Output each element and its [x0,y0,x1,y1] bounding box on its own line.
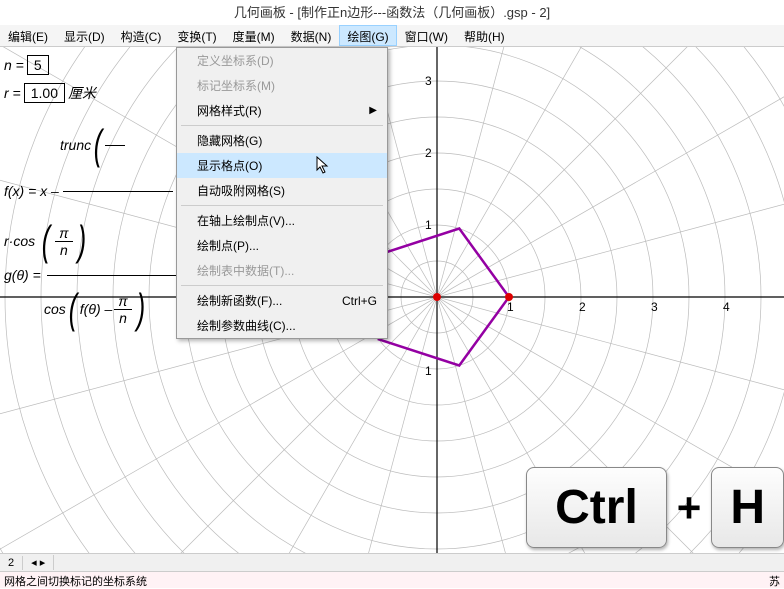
menu-plot[interactable]: 绘图(G) [339,25,396,46]
dd-hide-grid[interactable]: 隐藏网格(G) [177,128,387,153]
h-key-icon: H [711,467,784,548]
dd-separator [181,285,383,286]
menu-window[interactable]: 窗口(W) [397,25,456,46]
svg-text:1: 1 [425,218,432,232]
menu-data[interactable]: 数据(N) [283,25,340,46]
plus-icon: + [677,484,702,532]
svg-text:3: 3 [425,74,432,88]
trunc-label: trunc [60,137,91,153]
svg-text:2: 2 [425,146,432,160]
n-label: n = [4,57,24,73]
submenu-arrow-icon: ▶ [369,105,377,116]
status-right: 苏 [769,573,780,587]
menu-help[interactable]: 帮助(H) [456,25,513,46]
tab-2[interactable]: 2 [0,556,23,570]
menu-edit[interactable]: 编辑(E) [0,25,56,46]
dd-plot-point[interactable]: 绘制点(P)... [177,233,387,258]
dd-plot-parametric[interactable]: 绘制参数曲线(C)... [177,313,387,338]
dd-grid-style[interactable]: 网格样式(R)▶ [177,98,387,123]
g-label: g(θ) = [4,267,41,283]
menu-measure[interactable]: 度量(M) [225,25,283,46]
svg-text:3: 3 [651,300,658,314]
status-text: 网格之间切换标记的坐标系统 [4,573,147,587]
tab-strip: 2 ◂ ▸ [0,553,784,571]
svg-text:1: 1 [425,364,432,378]
r-label: r = [4,85,21,101]
window-title: 几何画板 - [制作正n边形---函数法（几何画板）.gsp - 2] [0,0,784,25]
r-input[interactable]: 1.00 [24,83,65,103]
menu-bar: 编辑(E) 显示(D) 构造(C) 变换(T) 度量(M) 数据(N) 绘图(G… [0,25,784,47]
fx-label: f(x) = x – [4,183,59,199]
dd-separator [181,125,383,126]
shortcut-overlay: Ctrl + H [526,467,784,548]
menu-construct[interactable]: 构造(C) [113,25,170,46]
dd-mark-coord: 标记坐标系(M) [177,73,387,98]
dd-show-gridpoints[interactable]: 显示格点(O) [177,153,387,178]
svg-text:4: 4 [723,300,730,314]
shortcut-text: Ctrl+G [342,294,377,308]
dd-define-coord: 定义坐标系(D) [177,48,387,73]
menu-transform[interactable]: 变换(T) [169,25,224,46]
n-input[interactable]: 5 [27,55,49,75]
menu-display[interactable]: 显示(D) [56,25,113,46]
r-unit: 厘米 [68,83,96,103]
tab-scroll-icon[interactable]: ◂ ▸ [23,555,54,570]
dd-snap-grid[interactable]: 自动吸附网格(S) [177,178,387,203]
plot-menu-dropdown: 定义坐标系(D) 标记坐标系(M) 网格样式(R)▶ 隐藏网格(G) 显示格点(… [176,47,388,339]
svg-text:2: 2 [579,300,586,314]
dd-plot-table: 绘制表中数据(T)... [177,258,387,283]
dd-plot-axis-point[interactable]: 在轴上绘制点(V)... [177,208,387,233]
svg-text:1: 1 [507,300,514,314]
dd-separator [181,205,383,206]
status-bar: 网格之间切换标记的坐标系统 苏 [0,571,784,588]
dd-plot-function[interactable]: 绘制新函数(F)...Ctrl+G [177,288,387,313]
cursor-icon [316,156,332,181]
ctrl-key-icon: Ctrl [526,467,667,548]
